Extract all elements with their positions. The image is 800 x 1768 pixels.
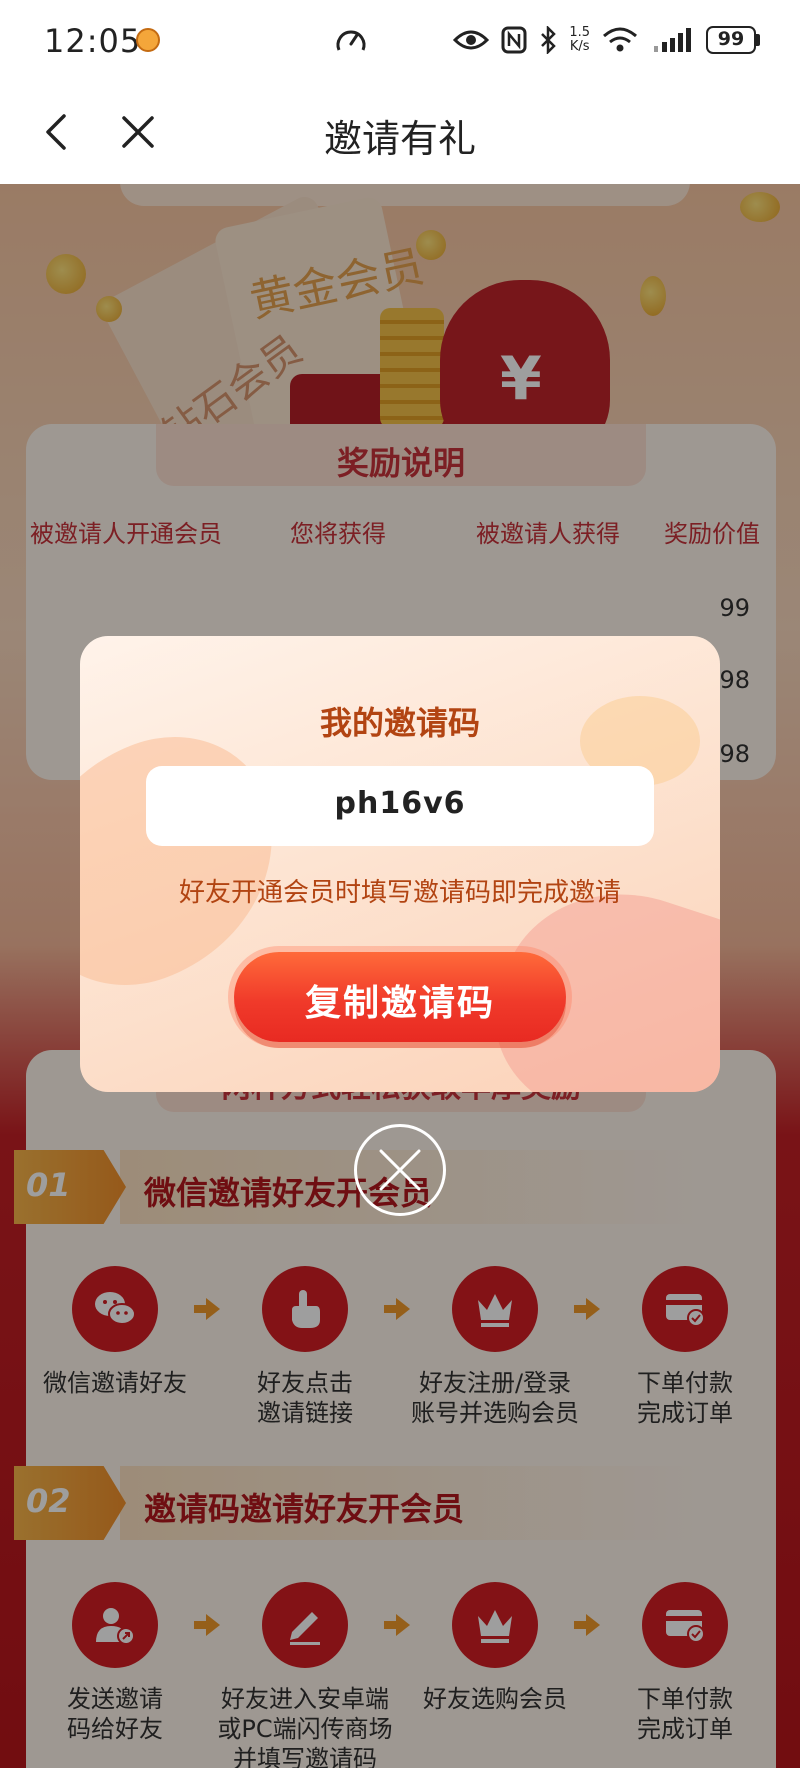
battery-tip [756, 34, 760, 46]
invite-code-modal: 我的邀请码 ph16v6 好友开通会员时填写邀请码即完成邀请 复制邀请码 [80, 636, 720, 1092]
copy-code-button[interactable]: 复制邀请码 [234, 952, 566, 1042]
eye-icon [453, 30, 490, 50]
bluetooth-icon [541, 26, 557, 54]
copy-code-button-label: 复制邀请码 [304, 983, 495, 1024]
close-icon [379, 1149, 421, 1191]
nfc-icon [501, 26, 527, 54]
status-right-icons: 1.5 K/s 99 [453, 18, 760, 62]
speedometer-icon [336, 30, 366, 51]
modal-hint: 好友开通会员时填写邀请码即完成邀请 [178, 878, 621, 908]
page-title: 邀请有礼 [323, 117, 476, 161]
invite-code-field[interactable]: ph16v6 [146, 766, 654, 846]
network-speed-unit: K/s [569, 39, 590, 54]
network-speed: 1.5 K/s [569, 26, 590, 54]
wifi-icon [603, 27, 637, 52]
invite-code-value: ph16v6 [334, 786, 466, 821]
battery-level: 99 [706, 26, 756, 54]
signal-icon [654, 28, 691, 52]
network-speed-value: 1.5 [569, 25, 590, 40]
battery-indicator: 99 [706, 26, 760, 54]
modal-title: 我的邀请码 [319, 704, 480, 742]
nav-bar: 邀请有礼 [0, 80, 800, 184]
app-notification-icon [136, 28, 160, 52]
status-bar: 12:05 1.5 K/s 99 [0, 0, 800, 80]
modal-close-button[interactable] [354, 1124, 446, 1216]
status-time: 12:05 [44, 22, 142, 60]
